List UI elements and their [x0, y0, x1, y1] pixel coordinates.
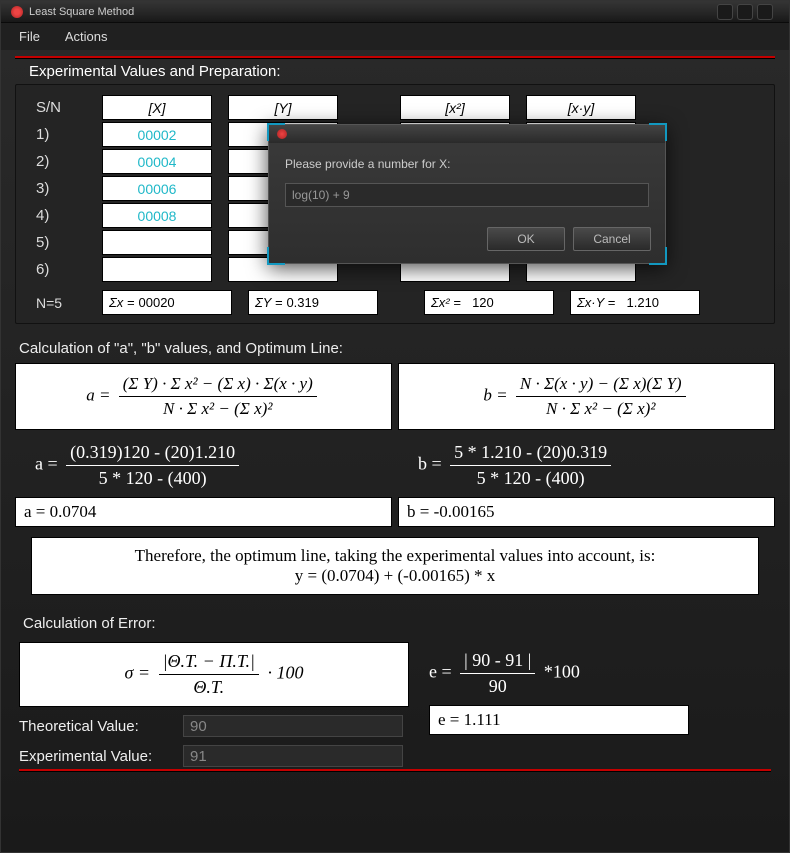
dialog-prompt: Please provide a number for X:: [285, 157, 649, 171]
x-input[interactable]: [102, 257, 212, 282]
experimental-input[interactable]: [183, 745, 403, 767]
cancel-button[interactable]: Cancel: [573, 227, 651, 251]
theo-label: Theoretical Value:: [19, 718, 179, 735]
row-sn: 6): [36, 261, 86, 278]
input-dialog: Please provide a number for X: OK Cancel: [268, 124, 666, 264]
x-input[interactable]: 00004: [102, 149, 212, 174]
ok-button[interactable]: OK: [487, 227, 565, 251]
x-input[interactable]: 00006: [102, 176, 212, 201]
dialog-input[interactable]: [285, 183, 649, 207]
titlebar: Least Square Method: [1, 1, 789, 23]
main-window: Least Square Method File Actions Experim…: [0, 0, 790, 853]
header-x: [X]: [102, 95, 212, 120]
x-input[interactable]: [102, 230, 212, 255]
header-xy: [x·y]: [526, 95, 636, 120]
result-b: b = -0.00165: [398, 497, 775, 527]
row-sn: 3): [36, 180, 86, 197]
error-calc: e = | 90 - 91 |90 *100: [429, 642, 689, 697]
window-title: Least Square Method: [29, 6, 134, 18]
sum-x: Σx =00020: [102, 290, 232, 315]
section-calc-title: Calculation of "a", "b" values, and Opti…: [15, 334, 775, 363]
n-label: N=5: [36, 295, 86, 311]
result-a: a = 0.0704: [15, 497, 392, 527]
row-sn: 5): [36, 234, 86, 251]
formula-b: b = N · Σ(x · y) − (Σ x)(Σ Y)N · Σ x² − …: [398, 363, 775, 430]
sum-y: ΣY =0.319: [248, 290, 378, 315]
x-input[interactable]: 00008: [102, 203, 212, 228]
titlebar-button[interactable]: [737, 4, 753, 20]
optimum-line: Therefore, the optimum line, taking the …: [31, 537, 759, 595]
x-input[interactable]: 00002: [102, 122, 212, 147]
row-sn: 1): [36, 126, 86, 143]
calc-a: a = (0.319)120 - (20)1.2105 * 120 - (400…: [15, 436, 392, 495]
header-x2: [x²]: [400, 95, 510, 120]
row-sn: 4): [36, 207, 86, 224]
theoretical-input[interactable]: [183, 715, 403, 737]
app-icon: [11, 6, 23, 18]
error-formula: σ = |Θ.Τ. − Π.Τ.|Θ.Τ. · 100: [19, 642, 409, 707]
calc-b: b = 5 * 1.210 - (20)0.3195 * 120 - (400): [398, 436, 775, 495]
titlebar-button[interactable]: [757, 4, 773, 20]
sum-x2: Σx² = 120: [424, 290, 554, 315]
titlebar-button[interactable]: [717, 4, 733, 20]
exp-label: Experimental Value:: [19, 748, 179, 765]
header-y: [Y]: [228, 95, 338, 120]
formula-a: a = (Σ Y) · Σ x² − (Σ x) · Σ(x · y)N · Σ…: [15, 363, 392, 430]
section-error-title: Calculation of Error:: [19, 609, 771, 638]
row-sn: 2): [36, 153, 86, 170]
header-sn: S/N: [36, 99, 86, 116]
error-result: e = 1.111: [429, 705, 689, 735]
menu-file[interactable]: File: [19, 29, 40, 44]
sum-xy: Σx·Y = 1.210: [570, 290, 700, 315]
section-experimental-title: Experimental Values and Preparation:: [15, 59, 775, 84]
dialog-titlebar[interactable]: [269, 125, 665, 143]
menubar: File Actions: [1, 23, 789, 50]
menu-actions[interactable]: Actions: [65, 29, 108, 44]
